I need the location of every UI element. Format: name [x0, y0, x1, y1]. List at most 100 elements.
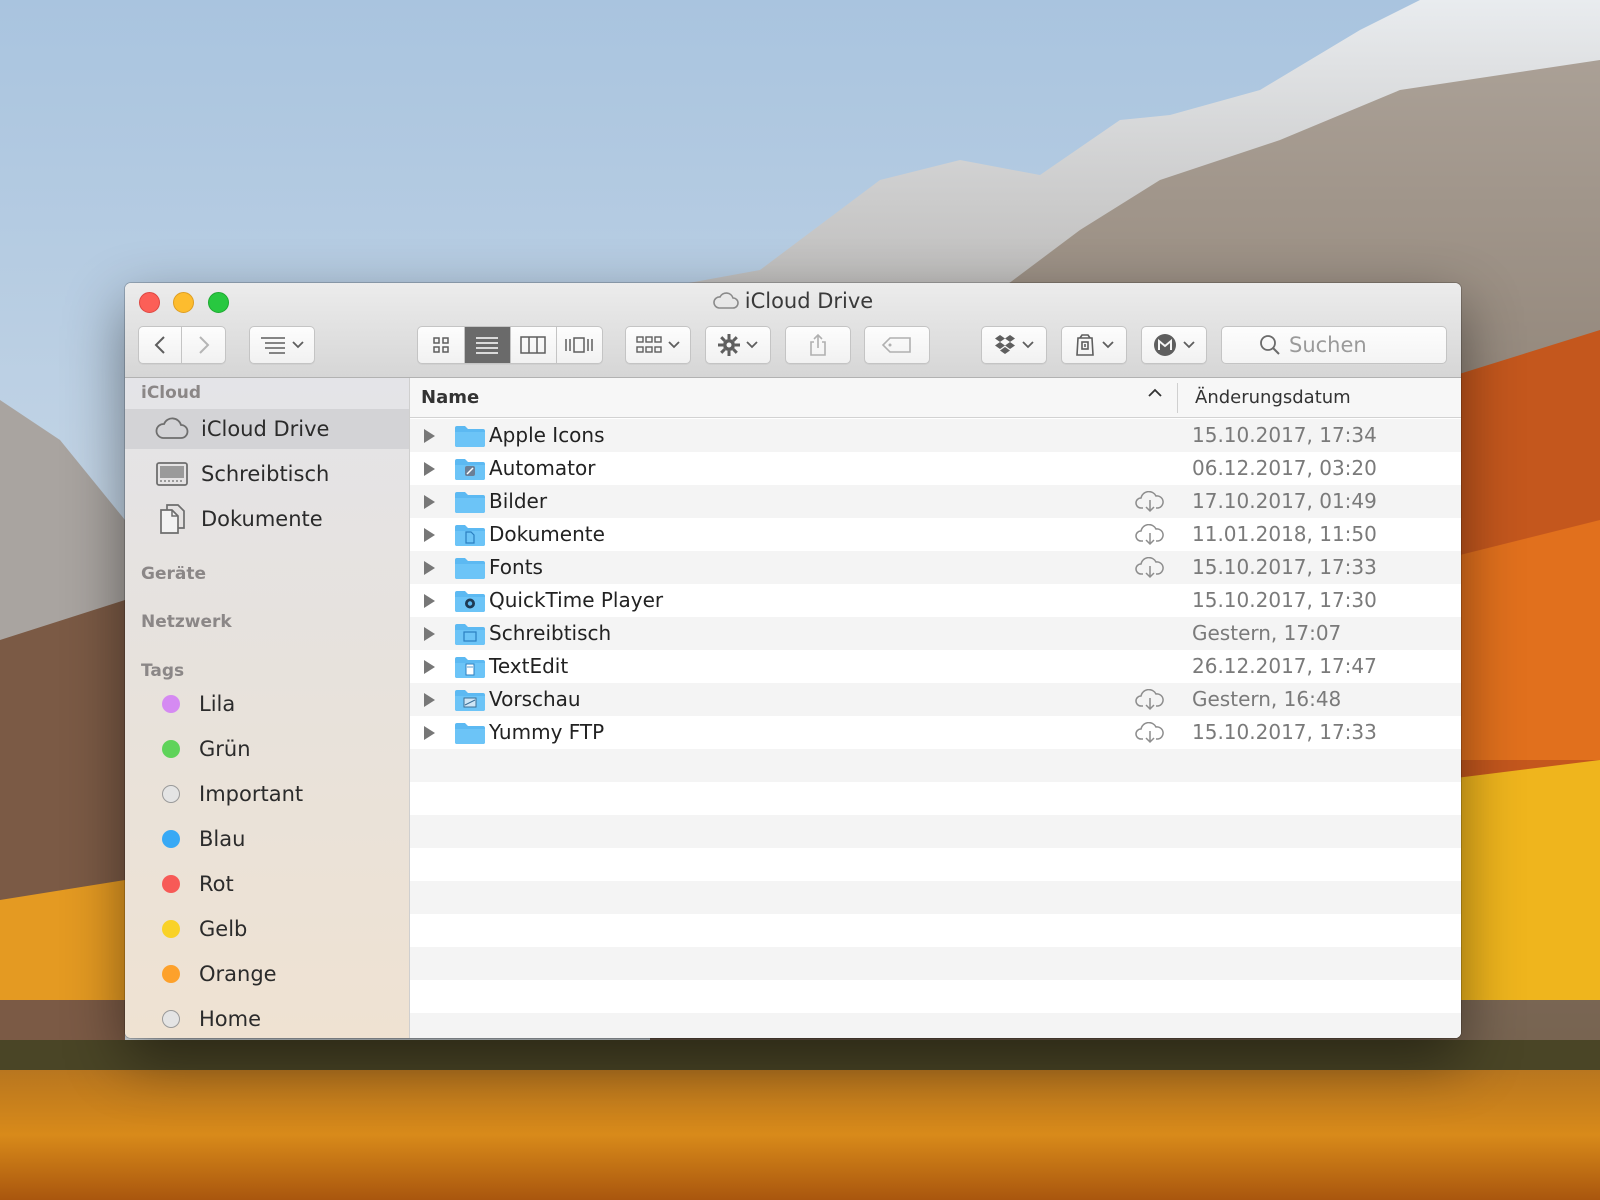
column-divider[interactable]: [1177, 383, 1178, 413]
tag-color-dot: [162, 830, 180, 848]
chevron-right-icon: [198, 336, 209, 354]
empty-row: [410, 881, 1461, 914]
disclosure-triangle-icon[interactable]: [424, 726, 435, 740]
file-name: TextEdit: [489, 654, 569, 678]
disclosure-triangle-icon[interactable]: [424, 594, 435, 608]
column-header-name[interactable]: Name: [421, 387, 479, 408]
path-menu-button[interactable]: [249, 326, 315, 364]
archive-icon: [1076, 334, 1094, 356]
coverflow-icon: [565, 337, 594, 353]
columns-icon: [520, 336, 546, 354]
sidebar-item-documents[interactable]: Dokumente: [125, 499, 409, 539]
search-input[interactable]: [1289, 333, 1409, 357]
file-date: 06.12.2017, 03:20: [1192, 456, 1377, 480]
sidebar-section-network[interactable]: Netzwerk: [141, 612, 232, 632]
toolbar: iCloud Drive: [125, 283, 1461, 378]
chevron-left-icon: [154, 336, 165, 354]
m-app-button[interactable]: [1141, 326, 1207, 364]
tag-color-dot: [162, 695, 180, 713]
list-header: Name Änderungsdatum: [410, 378, 1461, 418]
file-row[interactable]: Automator 06.12.2017, 03:20: [410, 452, 1461, 485]
list-icon: [476, 337, 499, 354]
disclosure-triangle-icon[interactable]: [424, 693, 435, 707]
chevron-down-icon: [1183, 341, 1195, 349]
file-row[interactable]: Vorschau Gestern, 16:48: [410, 683, 1461, 716]
tag-color-dot: [162, 785, 180, 803]
sidebar-item-desktop[interactable]: Schreibtisch: [125, 454, 409, 494]
group-grid-icon: [636, 336, 662, 353]
back-button[interactable]: [139, 327, 183, 363]
disclosure-triangle-icon[interactable]: [424, 528, 435, 542]
file-row[interactable]: Apple Icons 15.10.2017, 17:34: [410, 419, 1461, 452]
sidebar-section-icloud: iCloud: [141, 383, 202, 403]
file-row[interactable]: Dokumente 11.01.2018, 11:50: [410, 518, 1461, 551]
tag-button[interactable]: [864, 326, 930, 364]
cloud-download-icon[interactable]: [1135, 490, 1165, 517]
tag-color-dot: [162, 740, 180, 758]
chevron-down-icon: [1022, 341, 1034, 349]
cloud-download-icon[interactable]: [1135, 721, 1165, 748]
sort-ascending-icon: [1148, 388, 1162, 397]
tag-icon: [881, 337, 911, 353]
file-row[interactable]: Fonts 15.10.2017, 17:33: [410, 551, 1461, 584]
file-name: Vorschau: [489, 687, 581, 711]
archive-button[interactable]: [1061, 326, 1127, 364]
file-row[interactable]: TextEdit 26.12.2017, 17:47: [410, 650, 1461, 683]
sidebar-tag-label: Rot: [199, 872, 234, 896]
folder-icon: [454, 655, 486, 683]
back-forward-group: [138, 326, 226, 364]
icon-view-button[interactable]: [418, 327, 465, 363]
file-name: QuickTime Player: [489, 588, 664, 612]
sidebar-tag-rot[interactable]: Rot: [125, 864, 409, 904]
file-name: Fonts: [489, 555, 543, 579]
file-row[interactable]: Schreibtisch Gestern, 17:07: [410, 617, 1461, 650]
disclosure-triangle-icon[interactable]: [424, 627, 435, 641]
search-field[interactable]: [1221, 326, 1447, 364]
share-icon: [810, 333, 826, 356]
sidebar-item-icloud-drive[interactable]: iCloud Drive: [125, 409, 409, 449]
sidebar-tag-blau[interactable]: Blau: [125, 819, 409, 859]
share-button[interactable]: [785, 326, 851, 364]
disclosure-triangle-icon[interactable]: [424, 429, 435, 443]
dropbox-button[interactable]: [981, 326, 1047, 364]
disclosure-triangle-icon[interactable]: [424, 660, 435, 674]
chevron-down-icon: [668, 341, 680, 349]
disclosure-triangle-icon[interactable]: [424, 495, 435, 509]
sidebar-tag-label: Important: [199, 782, 304, 806]
file-row[interactable]: Yummy FTP 15.10.2017, 17:33: [410, 716, 1461, 749]
tag-color-dot: [162, 920, 180, 938]
folder-icon: [454, 556, 486, 584]
disclosure-triangle-icon[interactable]: [424, 462, 435, 476]
cloud-download-icon[interactable]: [1135, 523, 1165, 550]
sidebar-item-label: iCloud Drive: [201, 417, 330, 441]
cloud-download-icon[interactable]: [1135, 556, 1165, 583]
column-header-date[interactable]: Änderungsdatum: [1195, 387, 1351, 408]
sidebar-tag-important[interactable]: Important: [125, 774, 409, 814]
disclosure-triangle-icon[interactable]: [424, 561, 435, 575]
sidebar-tag-grün[interactable]: Grün: [125, 729, 409, 769]
m-circle-icon: [1154, 334, 1176, 356]
list-view-button[interactable]: [464, 327, 511, 363]
sidebar-tag-label: Blau: [199, 827, 246, 851]
file-row[interactable]: QuickTime Player 15.10.2017, 17:30: [410, 584, 1461, 617]
action-menu-button[interactable]: [705, 326, 771, 364]
sidebar-tag-lila[interactable]: Lila: [125, 684, 409, 724]
column-view-button[interactable]: [511, 327, 557, 363]
cloud-icon: [712, 291, 739, 315]
chevron-down-icon: [292, 341, 304, 349]
sidebar-tag-label: Lila: [199, 692, 236, 716]
empty-row: [410, 947, 1461, 980]
sidebar-tag-orange[interactable]: Orange: [125, 954, 409, 994]
folder-icon: [454, 622, 486, 650]
sidebar-tag-home[interactable]: Home: [125, 999, 409, 1038]
sidebar-tag-gelb[interactable]: Gelb: [125, 909, 409, 949]
file-row[interactable]: Bilder 17.10.2017, 01:49: [410, 485, 1461, 518]
sidebar-section-tags[interactable]: Tags: [141, 661, 184, 681]
cloud-download-icon[interactable]: [1135, 688, 1165, 715]
sidebar-section-devices[interactable]: Geräte: [141, 564, 206, 584]
coverflow-view-button[interactable]: [557, 327, 602, 363]
group-by-button[interactable]: [625, 326, 691, 364]
forward-button[interactable]: [182, 327, 225, 363]
folder-icon: [454, 589, 486, 617]
view-mode-group: [417, 326, 603, 364]
